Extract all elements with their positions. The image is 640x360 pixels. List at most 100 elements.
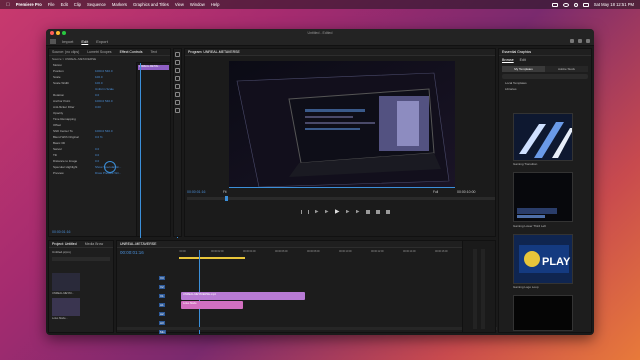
track-label[interactable]: A1	[159, 303, 165, 307]
menu-sequence[interactable]: Sequence	[87, 2, 106, 7]
project-item-thumb-2[interactable]	[52, 298, 80, 316]
selection-tool-icon[interactable]	[175, 52, 180, 57]
tab-export[interactable]: Export	[96, 39, 108, 44]
program-timecode[interactable]: 00:00:01:16	[187, 190, 206, 194]
effect-row-value[interactable]: 0.0	[95, 153, 99, 157]
project-item-1[interactable]: UNREAL-METAV...	[52, 292, 74, 295]
track-header[interactable]: V2	[117, 283, 177, 291]
track-header[interactable]: V1	[117, 292, 177, 300]
step-back-button[interactable]	[324, 209, 329, 214]
track-header[interactable]: V3	[117, 274, 177, 282]
tab-project[interactable]: Project: Untitled	[52, 242, 77, 246]
effect-row-value[interactable]: 100.0	[95, 75, 103, 79]
apple-icon[interactable]: 	[6, 2, 10, 8]
track-label[interactable]: V2	[159, 285, 165, 289]
effect-row-value[interactable]: 0.0	[95, 147, 99, 151]
menubar-datetime[interactable]: Sat May 18 12:51 PM	[594, 2, 634, 7]
step-forward-button[interactable]	[345, 209, 350, 214]
timeline-ruler[interactable]: :00:00 00:00:02:00 00:00:04:00 00:00:06:00 0…	[179, 250, 489, 257]
tab-media-browser[interactable]: Media Brow	[85, 242, 103, 246]
effect-mini-timeline[interactable]: UNREAL-METAV...	[136, 62, 178, 238]
my-templates-button[interactable]: My Templates	[502, 66, 545, 72]
menu-markers[interactable]: Markers	[112, 2, 127, 7]
timeline-timecode[interactable]: 00:00:01:16	[120, 250, 144, 255]
track-label[interactable]: V1	[159, 294, 165, 298]
control-center-icon[interactable]	[582, 2, 589, 7]
project-item-2[interactable]: Lotus Mode...	[52, 317, 68, 320]
program-video-frame[interactable]	[229, 61, 455, 187]
tab-text[interactable]: Text	[150, 50, 156, 54]
effect-row-value[interactable]: 0.0 %	[95, 135, 103, 139]
template-thumb-logo-loop[interactable]: PLAY	[513, 234, 573, 284]
effect-row-value[interactable]: 0.0	[95, 93, 99, 97]
razor-icon[interactable]	[175, 76, 180, 81]
tab-effect-controls[interactable]: Effect Controls	[120, 50, 143, 54]
tab-source[interactable]: Source: (no clips)	[52, 50, 79, 54]
menu-app-name[interactable]: Premiere Pro	[16, 2, 42, 7]
program-title[interactable]: Program: UNREAL-METAVERSE	[188, 50, 240, 54]
eg-search-input[interactable]	[502, 74, 588, 79]
track-header[interactable]: A3	[117, 319, 177, 327]
tab-lumetri-scopes[interactable]: Lumetri Scopes	[87, 50, 111, 54]
effect-row-value[interactable]: 0.0	[95, 159, 99, 163]
mark-in-button[interactable]	[300, 209, 302, 214]
track-label[interactable]: A3	[159, 321, 165, 325]
pen-icon[interactable]	[175, 92, 180, 97]
menu-window[interactable]: Window	[190, 2, 205, 7]
effect-row-value[interactable]: Uniform Scale	[95, 87, 114, 91]
local-templates-item[interactable]: Local Templates	[505, 81, 585, 85]
play-button[interactable]	[334, 209, 340, 214]
track-label[interactable]: Mix	[159, 330, 166, 334]
monitor-scrubber[interactable]	[187, 196, 495, 201]
monitor-playhead[interactable]	[225, 196, 228, 201]
libraries-item[interactable]: Libraries	[505, 87, 585, 91]
quality-dropdown[interactable]: Full	[433, 190, 438, 194]
effect-row-value[interactable]: 0.00	[95, 105, 101, 109]
track-header[interactable]: A1	[117, 301, 177, 309]
template-thumb-transition[interactable]	[513, 113, 573, 161]
go-to-in-button[interactable]	[314, 209, 319, 214]
effect-row-value[interactable]: 100.0	[95, 81, 103, 85]
project-item-thumb-1[interactable]	[52, 273, 80, 291]
menu-edit[interactable]: Edit	[61, 2, 68, 7]
ripple-edit-icon[interactable]	[175, 68, 180, 73]
effect-row-value[interactable]: 1000.0 540.0	[95, 99, 113, 103]
lift-button[interactable]	[365, 209, 370, 214]
tab-import[interactable]: Import	[62, 39, 73, 44]
essential-graphics-title[interactable]: Essential Graphics	[502, 50, 531, 54]
fullscreen-icon[interactable]	[586, 39, 590, 43]
tab-edit[interactable]: Edit	[81, 39, 88, 44]
track-label[interactable]: A2	[159, 312, 165, 316]
mark-out-button[interactable]	[307, 209, 309, 214]
effect-row-value[interactable]: 1000.0 540.0	[95, 69, 113, 73]
search-icon[interactable]	[573, 2, 578, 7]
template-thumb-blank[interactable]	[513, 295, 573, 331]
timeline-tab[interactable]: UNREAL-METAVERSE	[120, 242, 156, 246]
go-to-out-button[interactable]	[355, 209, 360, 214]
extract-button[interactable]	[375, 209, 380, 214]
clip-lotus[interactable]: Lotus Mode	[181, 301, 243, 309]
quick-export-icon[interactable]	[578, 39, 582, 43]
home-icon[interactable]	[50, 38, 56, 44]
tab-browse[interactable]: Browse	[502, 58, 514, 62]
effect-timecode[interactable]: 00:00:01:16	[52, 230, 71, 234]
project-search-input[interactable]	[52, 257, 110, 261]
hand-icon[interactable]	[175, 100, 180, 105]
menu-graphics[interactable]: Graphics and Titles	[133, 2, 169, 7]
menu-help[interactable]: Help	[211, 2, 220, 7]
clip-video[interactable]: UNREAL-METAVERSE.mp4	[181, 292, 305, 300]
workspaces-icon[interactable]	[570, 39, 574, 43]
export-frame-button[interactable]	[385, 209, 390, 214]
timeline-scrollbar[interactable]	[117, 327, 497, 330]
track-header[interactable]: A2	[117, 310, 177, 318]
type-icon[interactable]	[175, 108, 180, 113]
battery-icon[interactable]	[551, 2, 558, 7]
template-thumb-lower-third[interactable]	[513, 172, 573, 222]
wifi-icon[interactable]	[562, 2, 569, 7]
menu-clip[interactable]: Clip	[74, 2, 81, 7]
track-select-icon[interactable]	[175, 60, 180, 65]
slip-icon[interactable]	[175, 84, 180, 89]
tab-eg-edit[interactable]: Edit	[520, 58, 526, 62]
menu-file[interactable]: File	[48, 2, 55, 7]
adobe-stock-button[interactable]: Adobe Stock	[545, 66, 588, 72]
